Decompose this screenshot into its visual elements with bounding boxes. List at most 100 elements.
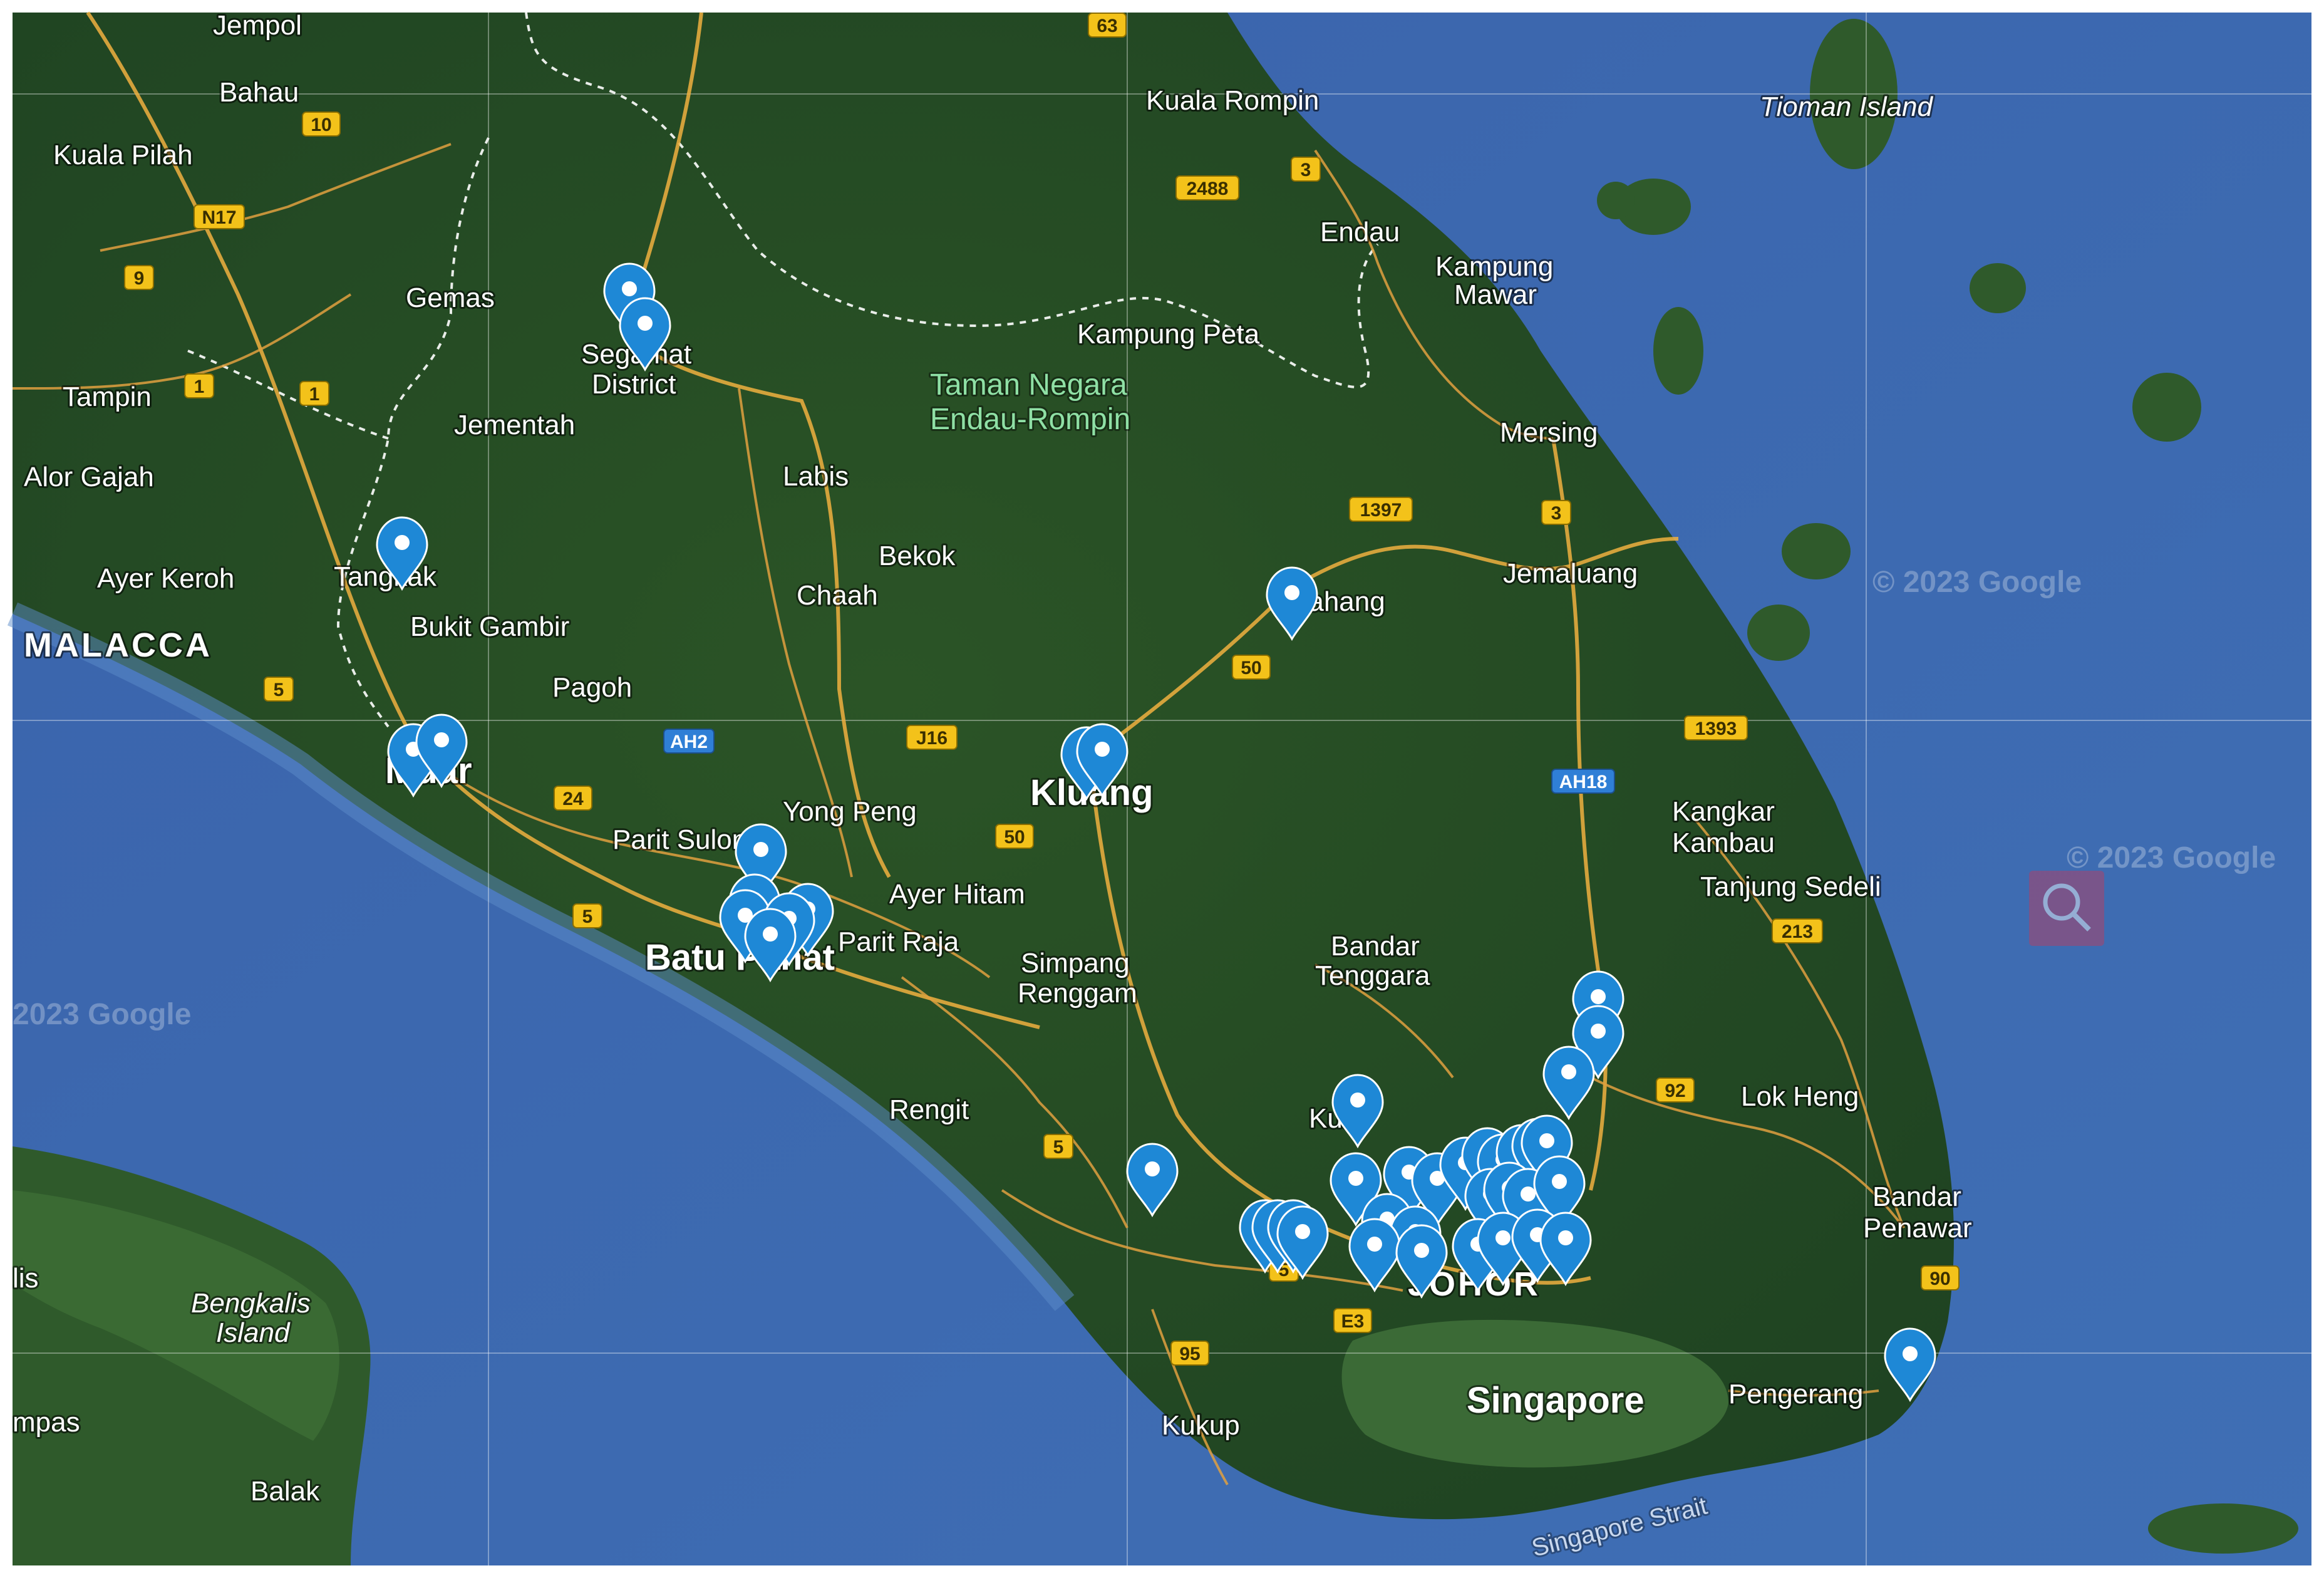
place-label: Bahau (219, 77, 299, 108)
place-label: Kampung Peta (1077, 319, 1260, 350)
route-shield: 1 (184, 373, 214, 398)
place-label: Gemas (406, 283, 495, 313)
place-label: Endau (1320, 217, 1400, 247)
island (2148, 1503, 2298, 1554)
route-shield: 92 (1656, 1077, 1695, 1103)
route-shield: 3 (1541, 500, 1571, 525)
route-shield-label: 92 (1665, 1081, 1685, 1101)
place-label: Balak (250, 1476, 320, 1507)
route-shield: J16 (906, 725, 958, 750)
route-shield-label: 213 (1782, 921, 1813, 942)
place-label: Bandar (1872, 1181, 1961, 1212)
route-shield-label: 5 (582, 906, 593, 927)
island (1747, 605, 1810, 661)
route-shield-label: 50 (1004, 827, 1025, 848)
route-shield-label: 1 (309, 384, 320, 405)
route-shield: 5 (264, 677, 294, 702)
place-label: Penawar (1863, 1213, 1972, 1243)
place-label: Jempol (213, 10, 302, 41)
place-label: Tenggara (1315, 960, 1430, 991)
place-label: Pagoh (552, 672, 632, 703)
route-shield: E3 (1333, 1308, 1372, 1333)
route-shield: 5 (572, 903, 602, 928)
island (2132, 373, 2201, 442)
place-label: Bukit Gambir (410, 611, 569, 642)
route-shield: 10 (302, 112, 341, 137)
route-shield: AH2 (663, 729, 715, 754)
place-label: Lok Heng (1741, 1081, 1859, 1112)
place-label: Tampin (63, 382, 152, 412)
place-label: Chaah (797, 580, 878, 611)
search-icon (2029, 871, 2104, 946)
place-label: Kuala Rompin (1146, 85, 1319, 116)
place-label: Labis (783, 461, 849, 492)
place-label: Yong Peng (783, 796, 917, 827)
route-shield-label: 90 (1929, 1269, 1950, 1289)
place-label: Mawar (1454, 279, 1537, 310)
route-shield-label: 2488 (1187, 179, 1229, 199)
place-label: Tanjung Sedeli (1700, 871, 1881, 902)
route-shield: 5 (1043, 1134, 1073, 1159)
place-label: Taman Negara (930, 368, 1127, 402)
place-label: District (592, 369, 676, 400)
route-shield-label: 3 (1551, 503, 1562, 524)
place-label: Island (216, 1317, 291, 1348)
route-shield-label: 5 (274, 680, 284, 700)
place-label: Jementah (454, 410, 575, 440)
place-label: Bengkalis (191, 1288, 311, 1319)
place-label: Endau-Rompin (930, 403, 1130, 436)
route-shield: 2488 (1175, 175, 1239, 200)
place-label: lis (13, 1263, 39, 1294)
route-shield: 90 (1921, 1265, 1960, 1290)
watermark: 2023 Google (13, 998, 191, 1031)
map-screenshot: © 2023 Google © 2023 Google 2023 Google … (0, 0, 2324, 1578)
route-shield-label: AH18 (1559, 772, 1608, 792)
route-shield: 1397 (1349, 497, 1413, 522)
route-shield: 50 (995, 824, 1034, 849)
place-label: Jemaluang (1503, 558, 1638, 589)
place-label: Bekok (879, 541, 956, 571)
route-shield: 9 (124, 265, 154, 290)
island (1970, 263, 2026, 313)
route-shield-label: 63 (1097, 16, 1117, 36)
place-label: Rengit (889, 1094, 969, 1125)
route-shield: 95 (1170, 1341, 1209, 1366)
place-label: Kangkar (1672, 796, 1775, 827)
route-shield: AH18 (1551, 769, 1615, 794)
route-shield-label: J16 (916, 728, 948, 749)
route-shield: 50 (1232, 655, 1271, 680)
map-canvas[interactable]: © 2023 Google © 2023 Google 2023 Google … (0, 0, 2324, 1578)
route-shield: 24 (554, 786, 592, 811)
route-shield: 63 (1088, 13, 1127, 38)
island (1782, 523, 1851, 579)
route-shield-label: 1393 (1695, 719, 1737, 739)
route-shield-label: E3 (1341, 1311, 1365, 1332)
island (1653, 307, 1703, 395)
place-label: Parit Raja (838, 927, 959, 957)
island (1597, 182, 1635, 219)
place-label: Kuala Pilah (53, 140, 193, 170)
route-shield-label: 9 (134, 268, 145, 289)
watermark: © 2023 Google (2067, 841, 2276, 875)
route-shield-label: N17 (202, 207, 236, 228)
route-shield: 213 (1772, 918, 1823, 943)
place-label: Alor Gajah (24, 462, 154, 492)
place-label: Mersing (1500, 417, 1598, 448)
place-label: Ayer Hitam (889, 879, 1025, 910)
route-shield-label: 10 (311, 115, 331, 135)
place-label: Kukup (1162, 1410, 1240, 1441)
place-label: Kambau (1672, 828, 1775, 858)
route-shield-label: 1 (194, 376, 205, 397)
route-shield: 3 (1291, 157, 1321, 182)
watermark: © 2023 Google (1872, 566, 2082, 599)
place-label: MALACCA (24, 626, 212, 664)
route-shield-label: AH2 (670, 732, 708, 752)
place-label: Bandar (1331, 931, 1420, 962)
route-shield: N17 (194, 204, 245, 229)
route-shield: 1393 (1684, 715, 1748, 740)
place-label: Pengerang (1728, 1379, 1863, 1409)
place-label: Singapore (1467, 1380, 1645, 1421)
place-label: Ayer Keroh (97, 563, 234, 594)
route-shield: 1 (299, 381, 329, 406)
route-shield-label: 3 (1301, 160, 1311, 180)
